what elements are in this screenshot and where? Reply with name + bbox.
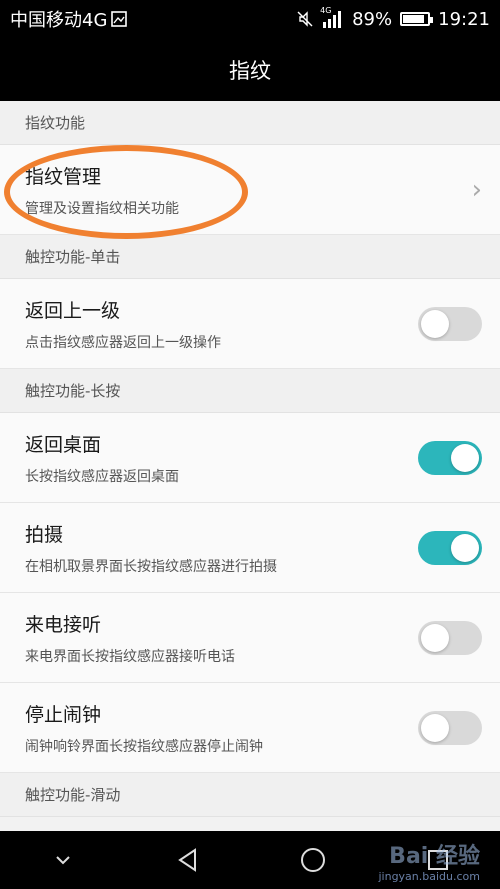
- network-type-label: 4G: [320, 6, 332, 15]
- setting-title: 指纹管理: [25, 165, 102, 188]
- setting-title: 来电接听: [25, 613, 102, 636]
- setting-subtitle: 来电界面长按指纹感应器接听电话: [25, 648, 235, 665]
- section-header: 触控功能-滑动: [0, 773, 500, 817]
- back-triangle-icon: [177, 848, 196, 872]
- toggle-knob: [421, 713, 449, 742]
- setting-row[interactable]: 拍摄在相机取景界面长按指纹感应器进行拍摄: [0, 503, 500, 593]
- toggle-switch[interactable]: [418, 620, 482, 655]
- watermark-url: jingyan.baidu.com: [378, 870, 480, 883]
- setting-subtitle: 闹钟响铃界面长按指纹感应器停止闹钟: [25, 738, 263, 755]
- title-bar: 指纹: [0, 38, 500, 101]
- toggle-switch[interactable]: [418, 440, 482, 475]
- home-circle-icon: [300, 848, 325, 872]
- setting-row[interactable]: 返回桌面长按指纹感应器返回桌面: [0, 413, 500, 503]
- battery-percent: 89%: [352, 8, 393, 30]
- toggle-knob: [421, 623, 449, 652]
- toggle-knob: [421, 309, 449, 338]
- section-header: 指纹功能: [0, 101, 500, 145]
- toggle-knob: [451, 443, 479, 472]
- hide-nav-button[interactable]: [33, 854, 93, 866]
- status-bar: 中国移动4G 4G 89% 19:21: [0, 0, 500, 38]
- toggle-switch[interactable]: [418, 530, 482, 565]
- setting-title: 拍摄: [25, 523, 64, 546]
- baidu-watermark: Bai 经验 jingyan.baidu.com: [378, 838, 480, 883]
- setting-title: 返回上一级: [25, 299, 121, 322]
- setting-title: 返回桌面: [25, 433, 102, 456]
- watermark-logo-text: Bai 经验: [389, 844, 480, 869]
- setting-row[interactable]: 来电接听来电界面长按指纹感应器接听电话: [0, 593, 500, 683]
- section-header: 触控功能-单击: [0, 235, 500, 279]
- page-title: 指纹: [229, 58, 271, 83]
- battery-fill: [403, 15, 425, 23]
- toggle-switch[interactable]: [418, 710, 482, 745]
- setting-row[interactable]: 返回上一级点击指纹感应器返回上一级操作: [0, 279, 500, 369]
- battery-icon: [400, 12, 434, 26]
- setting-row[interactable]: 指纹管理管理及设置指纹相关功能 ›: [0, 145, 500, 235]
- image-icon: [111, 11, 128, 27]
- chevron-down-icon: [55, 856, 70, 865]
- settings-list[interactable]: 指纹功能指纹管理管理及设置指纹相关功能 › 触控功能-单击返回上一级点击指纹感应器返…: [0, 101, 500, 831]
- setting-subtitle: 长按指纹感应器返回桌面: [25, 468, 179, 485]
- mute-icon: [297, 11, 313, 27]
- setting-row[interactable]: 停止闹钟闹钟响铃界面长按指纹感应器停止闹钟: [0, 683, 500, 773]
- carrier-label: 中国移动4G: [10, 10, 108, 31]
- toggle-switch[interactable]: [418, 306, 482, 341]
- setting-subtitle: 管理及设置指纹相关功能: [25, 200, 179, 217]
- setting-subtitle: 点击指纹感应器返回上一级操作: [25, 334, 221, 351]
- setting-subtitle: 在相机取景界面长按指纹感应器进行拍摄: [25, 558, 277, 575]
- chevron-right-icon: ›: [471, 174, 482, 205]
- clock: 19:21: [438, 8, 490, 30]
- toggle-knob: [451, 533, 479, 562]
- back-button[interactable]: [158, 847, 218, 873]
- section-header: 触控功能-长按: [0, 369, 500, 413]
- home-button[interactable]: [283, 846, 343, 874]
- setting-title: 停止闹钟: [25, 703, 102, 726]
